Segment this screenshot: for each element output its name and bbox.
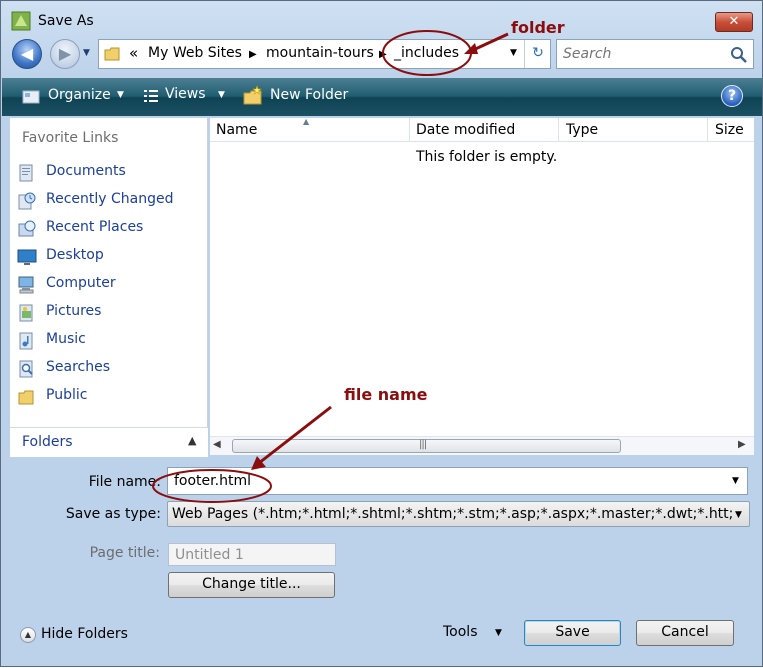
- music-icon: [19, 332, 33, 350]
- change-title-button[interactable]: Change title...: [168, 572, 335, 598]
- address-overflow-icon[interactable]: «: [129, 44, 138, 62]
- pictures-icon: [19, 304, 33, 322]
- cancel-button[interactable]: Cancel: [636, 620, 734, 646]
- favorite-link-pictures[interactable]: Pictures: [15, 299, 205, 325]
- folder-annotation-label: folder: [511, 18, 565, 37]
- favorite-link-label: Desktop: [46, 247, 104, 263]
- recent-pages-dropdown-icon[interactable]: ▼: [83, 48, 90, 58]
- new-folder-button[interactable]: New Folder: [270, 87, 348, 103]
- recently-changed-icon: [18, 192, 36, 210]
- column-header-date-modified[interactable]: Date modified: [416, 122, 515, 138]
- breadcrumb-separator-icon[interactable]: ▶: [379, 49, 387, 60]
- column-header-size[interactable]: Size: [715, 122, 744, 138]
- favorite-link-recent-places[interactable]: Recent Places: [15, 215, 205, 241]
- favorite-link-recently-changed[interactable]: Recently Changed: [15, 187, 205, 213]
- save-as-type-value: Web Pages (*.htm;*.html;*.shtml;*.shtm;*…: [172, 506, 732, 522]
- back-button[interactable]: ◀: [12, 39, 42, 69]
- favorite-link-label: Computer: [46, 275, 116, 291]
- breadcrumb-my-web-sites[interactable]: My Web Sites: [148, 45, 242, 61]
- save-button[interactable]: Save: [524, 620, 621, 646]
- searches-icon: [19, 360, 33, 378]
- file-name-dropdown-icon[interactable]: ▼: [732, 476, 739, 486]
- desktop-icon: [17, 249, 37, 265]
- breadcrumb-mountain-tours[interactable]: mountain-tours: [266, 45, 374, 61]
- favorite-link-public[interactable]: Public: [15, 383, 205, 409]
- scroll-left-icon[interactable]: ◀: [213, 439, 221, 450]
- views-icon: [144, 90, 158, 102]
- favorite-link-computer[interactable]: Computer: [15, 271, 205, 297]
- refresh-button[interactable]: ↻: [524, 40, 551, 68]
- column-divider[interactable]: [409, 118, 410, 142]
- folders-bar[interactable]: Folders ▲: [10, 427, 208, 457]
- help-button[interactable]: ?: [721, 85, 743, 107]
- favorite-link-label: Pictures: [46, 303, 102, 319]
- column-divider[interactable]: [558, 118, 559, 142]
- column-divider[interactable]: [707, 118, 708, 142]
- file-name-annotation-label: file name: [344, 385, 428, 404]
- search-input[interactable]: [557, 40, 727, 68]
- folder-icon: [104, 47, 120, 61]
- hide-folders-label: Hide Folders: [41, 626, 128, 642]
- horizontal-scrollbar[interactable]: ◀ ||| ▶: [210, 436, 754, 455]
- column-header-name[interactable]: Name: [216, 122, 257, 138]
- search-box[interactable]: [556, 39, 754, 69]
- window-title: Save As: [38, 13, 94, 29]
- favorite-link-documents[interactable]: Documents: [15, 159, 205, 185]
- views-dropdown-icon[interactable]: ▼: [218, 90, 225, 100]
- documents-icon: [19, 164, 33, 182]
- file-list[interactable]: Name ▲ Date modified Type Size This fold…: [210, 117, 754, 455]
- breadcrumb-separator-icon[interactable]: ▶: [249, 49, 257, 60]
- tools-menu-button[interactable]: Tools: [443, 624, 478, 640]
- column-header-row: Name ▲ Date modified Type Size: [210, 117, 754, 142]
- file-name-label: File name:: [88, 474, 161, 490]
- favorite-link-label: Recent Places: [46, 219, 144, 235]
- views-menu[interactable]: Views: [165, 86, 206, 102]
- sort-ascending-icon: ▲: [303, 117, 310, 126]
- search-icon[interactable]: [730, 46, 748, 64]
- recent-places-icon: [18, 220, 36, 237]
- folders-label[interactable]: Folders: [22, 434, 73, 450]
- app-icon: [11, 11, 31, 31]
- file-name-input[interactable]: [168, 468, 728, 494]
- organize-dropdown-icon[interactable]: ▼: [117, 90, 124, 100]
- save-as-dialog: Save As ✕ ◀ ▶ ▼ « My Web Sites ▶ mountai…: [0, 0, 763, 667]
- scrollbar-thumb[interactable]: |||: [232, 439, 621, 453]
- save-as-type-select[interactable]: Web Pages (*.htm;*.html;*.shtml;*.shtm;*…: [167, 501, 750, 527]
- favorite-link-desktop[interactable]: Desktop: [15, 243, 205, 269]
- column-header-type[interactable]: Type: [566, 122, 598, 138]
- tools-dropdown-icon[interactable]: ▼: [495, 628, 502, 638]
- navigation-pane: Favorite Links Documents Recently Change…: [10, 118, 208, 456]
- scroll-right-icon[interactable]: ▶: [738, 439, 746, 450]
- favorite-link-music[interactable]: Music: [15, 327, 205, 353]
- address-bar[interactable]: « My Web Sites ▶ mountain-tours ▶ _inclu…: [98, 39, 551, 69]
- empty-folder-message: This folder is empty.: [416, 149, 558, 165]
- organize-icon: [22, 90, 40, 104]
- page-title-field: [168, 543, 336, 566]
- file-name-combobox[interactable]: ▼: [167, 467, 748, 495]
- toolbar: Organize ▼ Views ▼ New Folder ?: [2, 78, 762, 116]
- page-title-input: [169, 544, 335, 565]
- organize-menu[interactable]: Organize: [48, 87, 111, 103]
- close-button[interactable]: ✕: [715, 12, 753, 32]
- favorite-links-heading: Favorite Links: [22, 130, 119, 146]
- favorite-link-searches[interactable]: Searches: [15, 355, 205, 381]
- favorite-link-label: Searches: [46, 359, 111, 375]
- page-title-label: Page title:: [89, 545, 160, 561]
- computer-icon: [18, 276, 34, 294]
- favorite-link-label: Recently Changed: [46, 191, 174, 207]
- favorite-link-label: Music: [46, 331, 86, 347]
- chevron-up-icon: ▲: [20, 627, 36, 643]
- chevron-up-icon[interactable]: ▲: [188, 434, 196, 447]
- public-folder-icon: [18, 390, 34, 405]
- forward-button[interactable]: ▶: [50, 39, 80, 69]
- favorite-link-label: Documents: [46, 163, 126, 179]
- scrollbar-grip-icon: |||: [419, 439, 427, 450]
- new-folder-icon: [243, 85, 262, 105]
- address-dropdown-icon[interactable]: ▼: [510, 48, 517, 58]
- save-as-type-dropdown-icon[interactable]: ▼: [735, 510, 742, 520]
- breadcrumb-includes[interactable]: _includes: [394, 45, 459, 61]
- save-as-type-label: Save as type:: [65, 506, 161, 522]
- favorite-link-label: Public: [46, 387, 88, 403]
